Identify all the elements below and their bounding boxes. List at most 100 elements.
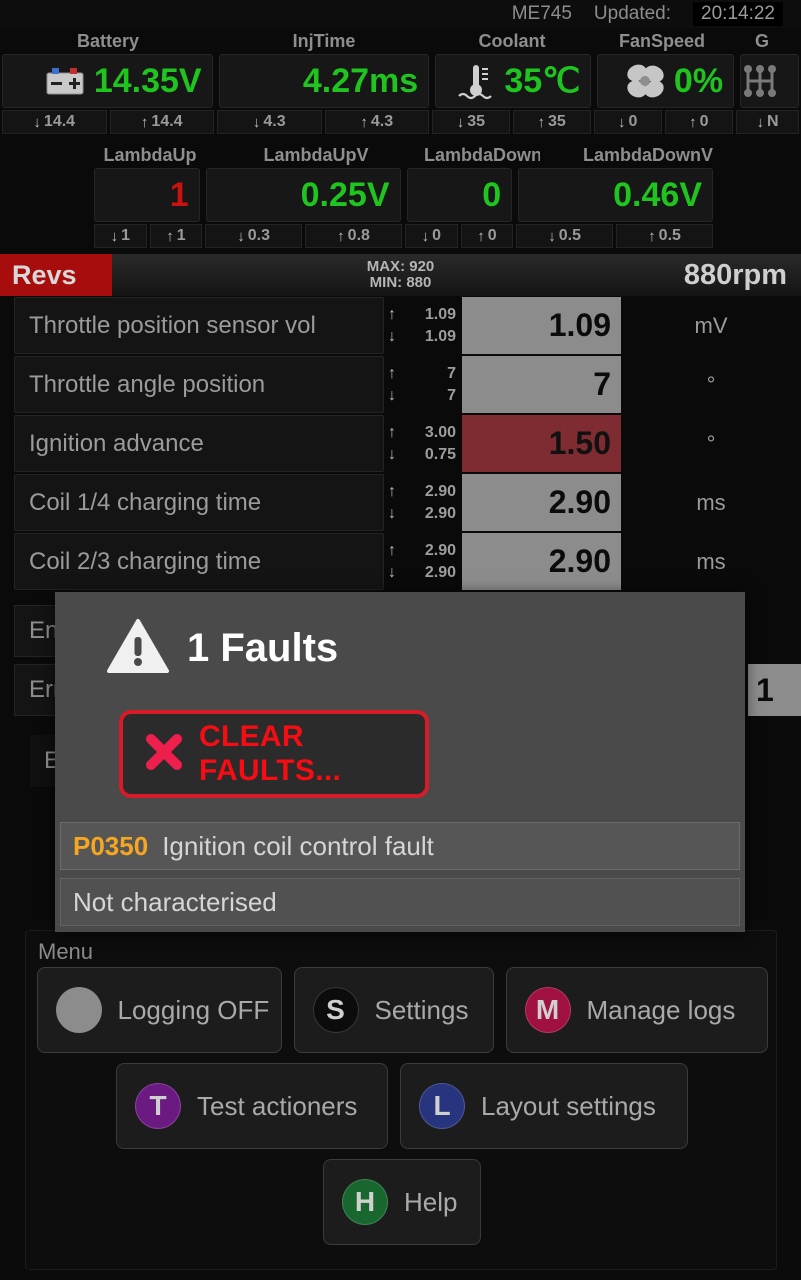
table-row[interactable]: Throttle position sensor vol ↑ 1.09 ↓ 1.09 1.… — [0, 296, 801, 355]
menu-button-label: Manage logs — [586, 994, 736, 1025]
gauge-title: InjTime — [292, 31, 356, 51]
arrow-up-icon: ↑ — [360, 113, 368, 131]
menu-button-logging-off[interactable]: Logging OFF — [36, 967, 282, 1053]
gauge-max-value: ↑ 0.8 — [305, 224, 403, 248]
gauge-min-value: ↓ 35 — [432, 110, 510, 134]
fault-list-item[interactable]: Not characterised — [60, 878, 740, 926]
gauge-value: 0 — [482, 175, 502, 214]
table-row[interactable]: Coil 1/4 charging time ↑ 2.90 ↓ 2.90 2.90 ms — [0, 473, 801, 532]
arrow-up-icon: ↑ — [689, 113, 697, 131]
gauge-cells-lambda[interactable]: 1 0.25V 0 0.46V — [0, 168, 801, 222]
arrow-down-icon: ↓ — [388, 327, 396, 345]
sensor-label: Coil 1/4 charging time — [14, 474, 384, 531]
menu-button-settings[interactable]: S Settings — [293, 967, 494, 1053]
sensor-unit: ° — [706, 430, 716, 456]
arrow-up-icon: ↑ — [388, 482, 396, 500]
gauge-max-value: ↑ 35 — [512, 110, 591, 134]
arrow-up-icon: ↑ — [166, 227, 174, 245]
layout-settings-badge-icon: L — [419, 1083, 465, 1129]
arrow-down-icon: ↓ — [388, 386, 396, 404]
gauge-cell[interactable]: 1 — [94, 168, 200, 222]
arrow-down-icon: ↓ — [33, 113, 41, 131]
arrow-up-icon: ↑ — [388, 423, 396, 441]
fault-description: Ignition coil control fault — [162, 830, 434, 861]
arrow-up-icon: ↑ — [477, 227, 485, 245]
gauge-cell[interactable]: 0.46V — [518, 168, 713, 222]
gauge-cell[interactable] — [740, 54, 799, 108]
sensor-min: 1.09 — [424, 327, 456, 345]
fault-dialog[interactable]: 1 Faults CLEAR FAULTS... P0350 Ignition … — [55, 592, 745, 932]
gauge-max-value: ↑ 0.5 — [616, 224, 714, 248]
clear-faults-button[interactable]: CLEAR FAULTS... — [119, 710, 429, 798]
menu-button-help[interactable]: H Help — [323, 1159, 481, 1245]
menu-button-row: Logging OFF S Settings M Manage logs — [26, 967, 778, 1053]
gauge-max-value: ↑ 14.4 — [109, 110, 214, 134]
gauge-value: 1 — [169, 175, 189, 214]
sensor-max: 7 — [447, 364, 456, 382]
arrow-down-icon: ↓ — [252, 113, 261, 131]
sensor-value: 2.90 — [462, 474, 621, 531]
sensor-label: Ignition advance — [14, 415, 384, 472]
gauge-max-value: ↑ 4.3 — [324, 110, 429, 134]
gauge-title: LambdaUp — [103, 145, 197, 165]
gauge-max-value: ↑ 0 — [664, 110, 733, 134]
arrow-down-icon: ↓ — [388, 563, 396, 581]
fault-code: P0350 — [73, 830, 149, 861]
gauge-min-value: ↓ 1 — [94, 224, 147, 248]
sensor-data-table: Throttle position sensor vol ↑ 1.09 ↓ 1.09 1.… — [0, 296, 801, 591]
arrow-up-icon: ↑ — [140, 113, 149, 131]
sensor-min: 7 — [447, 386, 456, 404]
menu-button-test-actioners[interactable]: T Test actioners — [116, 1063, 388, 1149]
arrow-down-icon: ↓ — [421, 227, 430, 245]
menu-panel: Menu Logging OFF S Settings M Manage logs T Te… — [25, 930, 777, 1270]
gauge-value: 0% — [673, 61, 724, 100]
gauge-title: G — [754, 31, 769, 51]
sensor-max: 2.90 — [424, 541, 456, 559]
gauge-cell[interactable]: 35℃ — [435, 54, 592, 108]
gauge-min-value: ↓ 4.3 — [217, 110, 322, 134]
menu-section: Menu Logging OFF S Settings M Manage logs T Te… — [0, 920, 801, 1280]
gauge-titles-lambda: LambdaUp LambdaUpV LambdaDown LambdaDownV — [0, 142, 801, 168]
gauge-cells[interactable]: 14.35V 4.27ms 35℃ 0% — [0, 54, 801, 108]
gauge-row-lambda: LambdaUp LambdaUpV LambdaDown LambdaDownV 1… — [0, 142, 801, 248]
menu-button-label: Logging OFF — [117, 994, 270, 1025]
sensor-label: Throttle angle position — [14, 356, 384, 413]
clear-faults-label: CLEAR FAULTS... — [199, 720, 342, 787]
fault-list-item[interactable]: P0350 Ignition coil control fault — [60, 822, 740, 870]
test-actioners-badge-icon: T — [135, 1083, 181, 1129]
gauge-value: 0.25V — [300, 175, 390, 214]
status-bar: ME745 Updated: 20:14:22 — [0, 0, 801, 28]
updated-time: 20:14:22 — [693, 2, 783, 26]
menu-button-label: Test actioners — [197, 1090, 358, 1121]
gauge-cell[interactable]: 0 — [406, 168, 513, 222]
gauge-value: 14.35V — [93, 61, 202, 100]
table-row[interactable]: Coil 2/3 charging time ↑ 2.90 ↓ 2.90 2.90 ms — [0, 532, 801, 591]
sensor-value: 2.90 — [462, 533, 621, 590]
gauge-min-value: ↓ 0.3 — [205, 224, 303, 248]
sensor-min: 2.90 — [424, 563, 456, 581]
sensor-max: 3.00 — [424, 423, 456, 441]
sensor-min: 2.90 — [424, 504, 456, 522]
gauge-cell[interactable]: 4.27ms — [218, 54, 430, 108]
sensor-label: Throttle position sensor vol — [14, 297, 384, 354]
table-row[interactable]: Throttle angle position ↑ 7 ↓ 7 7 ° — [0, 355, 801, 414]
menu-button-layout-settings[interactable]: L Layout settings — [400, 1063, 688, 1149]
revs-minmax: MAX: 920 MIN: 880 — [0, 254, 801, 296]
arrow-down-icon: ↓ — [388, 445, 396, 463]
gauge-cell[interactable]: 0.25V — [205, 168, 401, 222]
gauge-cell[interactable]: 14.35V — [2, 54, 213, 108]
sensor-unit: ° — [706, 371, 716, 397]
sensor-value: 1.09 — [462, 297, 621, 354]
gauge-title: LambdaUpV — [263, 145, 369, 165]
gauge-cell[interactable]: 0% — [597, 54, 735, 108]
menu-button-manage-logs[interactable]: M Manage logs — [505, 967, 768, 1053]
gauge-title: Coolant — [478, 31, 546, 51]
fault-description: Not characterised — [73, 886, 277, 917]
menu-button-label: Layout settings — [481, 1090, 656, 1121]
sensor-unit: ms — [696, 548, 726, 574]
revs-max: MAX: 920 — [366, 258, 435, 275]
revs-bar[interactable]: Revs MAX: 920 MIN: 880 880rpm — [0, 254, 801, 296]
table-row[interactable]: Ignition advance ↑ 3.00 ↓ 0.75 1.50 ° — [0, 414, 801, 473]
menu-buttons[interactable]: Logging OFF S Settings M Manage logs T Test ac… — [26, 967, 778, 1255]
dialog-title: 1 Faults — [187, 626, 339, 670]
